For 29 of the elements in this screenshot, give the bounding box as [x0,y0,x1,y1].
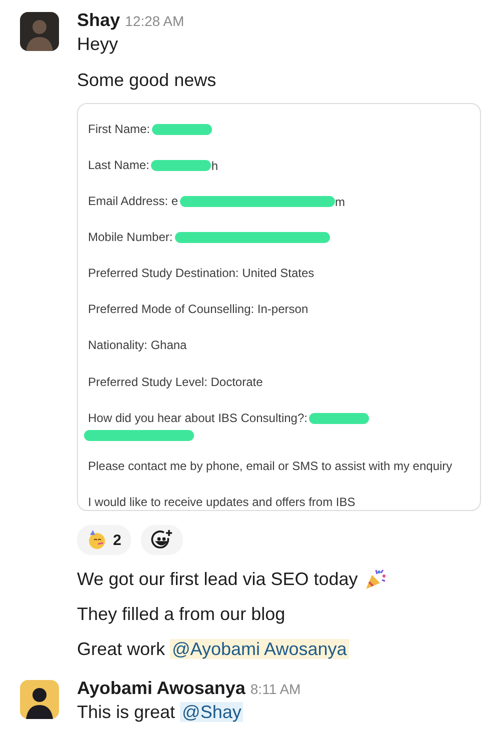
reaction-button[interactable]: 2 [77,525,132,555]
form-field-text: Nationality: Ghana [88,337,187,354]
form-field-text: Preferred Study Level: Doctorate [88,374,263,391]
author-name[interactable]: Shay [77,10,120,31]
message-time[interactable]: 8:11 AM [250,681,301,697]
mention-link[interactable]: @Shay [180,702,244,722]
form-field-text: Please contact me by phone, email or SMS to assist with my enquiry [88,458,452,475]
form-field-text: Email Address: e [88,193,178,210]
form-field-text: Last Name: [88,157,150,174]
form-field-text: I would like to receive updates and offers from IBS [88,494,356,510]
message-text: They filled a from our blog [77,603,286,626]
form-field-text: m [335,194,346,209]
party-face-icon [87,530,107,550]
add-reaction-button[interactable] [141,525,184,555]
add-reaction-icon [151,529,174,551]
mention-link[interactable]: @Ayobami Awosanya [170,639,349,659]
message-text: Great work @Ayobami Awosanya [77,638,349,661]
message-text: Heyy [77,33,118,56]
message-text: This is great @Shay [77,701,244,724]
form-field-text: How did you hear about IBS Consulting?: [88,410,308,427]
form-field-text: Preferred Study Destination: United States [88,265,314,282]
form-field-text: h [211,158,218,173]
form-field-text: Mobile Number: [88,229,173,246]
form-field-text: First Name: [88,121,150,138]
message-time[interactable]: 12:28 AM [125,13,184,29]
author-name[interactable]: Ayobami Awosanya [77,678,246,699]
message-text: Some good news [77,69,216,92]
message-text: We got our first lead via SEO today [77,568,358,591]
form-field-text: Preferred Mode of Counselling: In-person [88,301,308,318]
